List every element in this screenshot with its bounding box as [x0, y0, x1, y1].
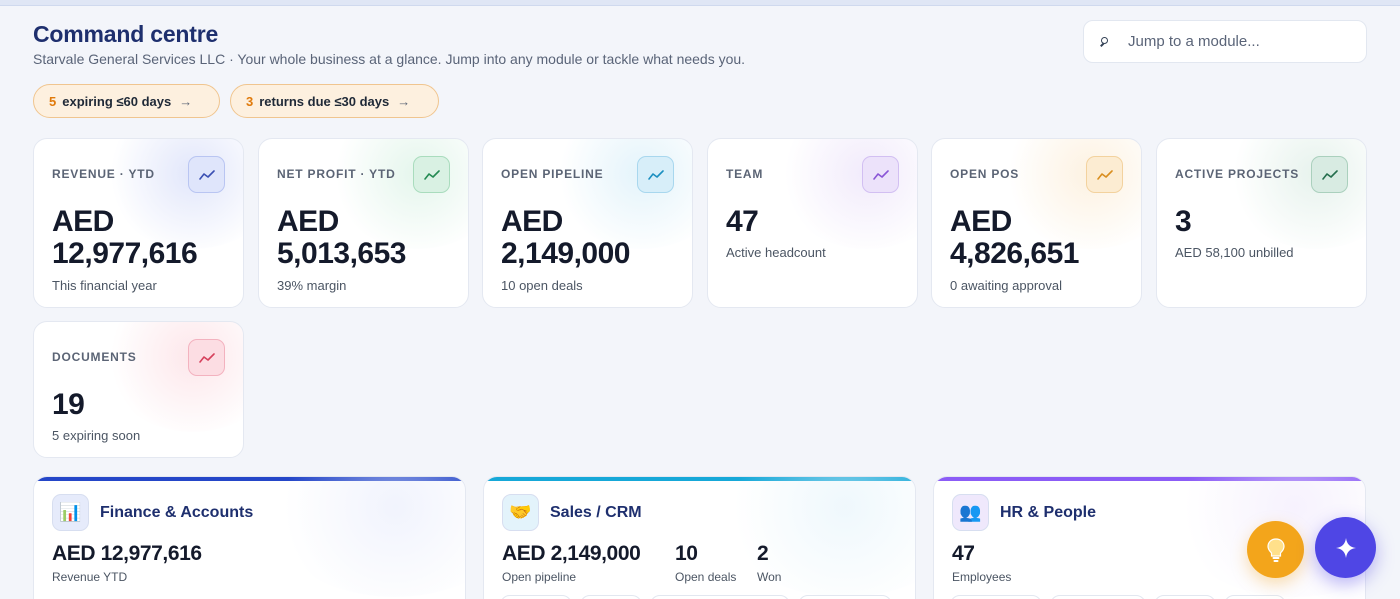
kpi-label: REVENUE · YTD [52, 167, 155, 181]
kpi-label: ACTIVE PROJECTS [1175, 167, 1300, 181]
kpi-value: 47 [726, 205, 759, 238]
alert-count: 5 [49, 93, 57, 109]
kpi-subtext: 0 awaiting approval [950, 278, 1063, 293]
alert-count: 3 [246, 93, 254, 109]
arrow-right-icon: → [179, 93, 193, 109]
kpi-subtext: AED 58,100 unbilled [1175, 245, 1294, 260]
trend-icon [413, 156, 450, 193]
trend-icon [1086, 156, 1123, 193]
module-search[interactable] [1083, 20, 1367, 63]
top-accent-line [0, 0, 1400, 6]
kpi-subtext: This financial year [52, 278, 157, 293]
module-stat: 2 Won [757, 542, 782, 584]
module-title: HR & People [1000, 504, 1097, 521]
kpi-subtext: 10 open deals [501, 278, 583, 293]
kpi-label: TEAM [726, 167, 764, 181]
people-icon: 👥 [952, 494, 989, 531]
trend-icon [188, 339, 225, 376]
module-stat: AED 2,149,000 Open pipeline [502, 542, 641, 584]
kpi-value: AED 5,013,653 [277, 205, 406, 270]
trend-icon [188, 156, 225, 193]
page-subtitle: Starvale General Services LLC · Your who… [33, 51, 746, 67]
kpi-label: DOCUMENTS [52, 350, 137, 364]
module-link-pill[interactable] [798, 595, 892, 599]
kpi-card-documents[interactable]: DOCUMENTS 19 5 expiring soon [33, 321, 244, 458]
search-input[interactable] [1128, 33, 1348, 50]
alert-chip-expiring[interactable]: 5 expiring ≤60 days → [33, 84, 220, 118]
sparkle-icon [1335, 537, 1356, 558]
kpi-subtext: 39% margin [277, 278, 347, 293]
trend-icon [637, 156, 674, 193]
kpi-label: OPEN POS [950, 167, 1020, 181]
alert-chip-returns[interactable]: 3 returns due ≤30 days → [230, 84, 439, 118]
arrow-right-icon: → [397, 93, 411, 109]
kpi-value: AED 4,826,651 [950, 205, 1079, 270]
kpi-value: AED 12,977,616 [52, 205, 198, 270]
kpi-card-net-profit[interactable]: NET PROFIT · YTD AED 5,013,653 39% margin [258, 138, 469, 308]
alert-label: returns due ≤30 days [259, 93, 390, 109]
kpi-card-active-projects[interactable]: ACTIVE PROJECTS 3 AED 58,100 unbilled [1156, 138, 1367, 308]
kpi-value: AED 2,149,000 [501, 205, 630, 270]
kpi-value: 19 [52, 388, 85, 421]
page-title: Command centre [33, 21, 219, 47]
module-card-sales-crm[interactable]: 🤝 Sales / CRM AED 2,149,000 Open pipelin… [483, 476, 916, 599]
kpi-subtext: Active headcount [726, 245, 826, 260]
bar-chart-icon: 📊 [52, 494, 89, 531]
module-card-finance[interactable]: 📊 Finance & Accounts AED 12,977,616 Reve… [33, 476, 466, 599]
module-stat: 10 Open deals [675, 542, 737, 584]
kpi-card-revenue[interactable]: REVENUE · YTD AED 12,977,616 This financi… [33, 138, 244, 308]
module-link-pill[interactable] [500, 595, 572, 599]
kpi-card-open-pos[interactable]: OPEN POS AED 4,826,651 0 awaiting approva… [931, 138, 1142, 308]
tips-button[interactable] [1247, 521, 1304, 578]
search-icon [1098, 35, 1112, 49]
kpi-card-open-pipeline[interactable]: OPEN PIPELINE AED 2,149,000 10 open deals [482, 138, 693, 308]
kpi-card-team[interactable]: TEAM 47 Active headcount [707, 138, 918, 308]
kpi-label: OPEN PIPELINE [501, 167, 604, 181]
kpi-label: NET PROFIT · YTD [277, 167, 396, 181]
assistant-button[interactable] [1315, 517, 1376, 578]
module-link-pill[interactable] [1050, 595, 1146, 599]
module-title: Finance & Accounts [100, 504, 254, 521]
module-stat: 47 Employees [952, 542, 1012, 584]
module-link-pill[interactable] [950, 595, 1042, 599]
trend-icon [862, 156, 899, 193]
handshake-icon: 🤝 [502, 494, 539, 531]
module-stat: AED 12,977,616 Revenue YTD [52, 542, 202, 584]
kpi-value: 3 [1175, 205, 1192, 238]
module-title: Sales / CRM [550, 504, 642, 521]
module-link-pill[interactable] [1224, 595, 1286, 599]
module-link-pill[interactable] [1154, 595, 1216, 599]
trend-icon [1311, 156, 1348, 193]
lightbulb-icon [1266, 537, 1285, 562]
module-link-pill[interactable] [650, 595, 790, 599]
alert-label: expiring ≤60 days [62, 93, 172, 109]
kpi-subtext: 5 expiring soon [52, 428, 141, 443]
module-link-pill[interactable] [580, 595, 642, 599]
